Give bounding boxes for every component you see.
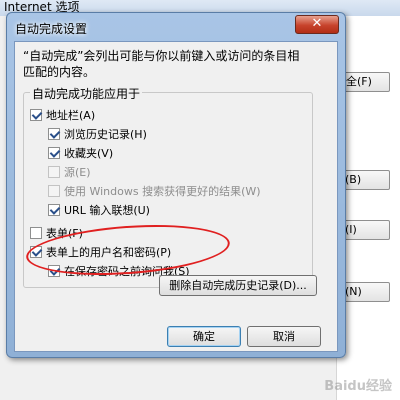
autocomplete-settings-dialog: 自动完成设置 ✕ “自动完成”会列出可能与你以前键入或访问的条目相 匹配的内容。… (6, 12, 346, 358)
windows-search-option: 使用 Windows 搜索获得更好的结果(W) (48, 183, 261, 199)
watermark: Baidu经验 (324, 379, 392, 394)
autocomplete-group: 自动完成功能应用于 地址栏(A) 浏览历史记录(H) 收藏夹(V) 源(E) 使… (23, 85, 313, 288)
browse-history-option[interactable]: 浏览历史记录(H) (48, 126, 147, 142)
parent-button-b[interactable]: (B) (340, 170, 390, 190)
group-label: 自动完成功能应用于 (30, 85, 143, 102)
close-button[interactable]: ✕ (295, 15, 339, 34)
description-text: “自动完成”会列出可能与你以前键入或访问的条目相 匹配的内容。 (23, 48, 323, 80)
dialog-title: 自动完成设置 (15, 22, 88, 36)
parent-button-i[interactable]: (I) (340, 220, 390, 240)
ask-before-save-checkbox[interactable] (48, 265, 60, 277)
forms-checkbox[interactable] (30, 227, 42, 239)
form-passwords-label: 表单上的用户名和密码(P) (46, 246, 172, 259)
browse-history-checkbox[interactable] (48, 128, 60, 140)
form-passwords-option[interactable]: 表单上的用户名和密码(P) (30, 244, 171, 260)
feeds-checkbox (48, 166, 60, 178)
address-bar-checkbox[interactable] (30, 109, 42, 121)
description-line: “自动完成”会列出可能与你以前键入或访问的条目相 (23, 49, 300, 63)
dialog-title-bar[interactable]: 自动完成设置 ✕ (7, 13, 345, 41)
windows-search-checkbox (48, 185, 60, 197)
favorites-checkbox[interactable] (48, 147, 60, 159)
url-suggestions-label: URL 输入联想(U) (64, 204, 150, 217)
url-suggestions-option[interactable]: URL 输入联想(U) (48, 202, 150, 218)
form-passwords-checkbox[interactable] (30, 246, 42, 258)
feeds-option: 源(E) (48, 164, 91, 180)
windows-search-label: 使用 Windows 搜索获得更好的结果(W) (64, 185, 261, 198)
parent-button-n[interactable]: (N) (340, 282, 390, 302)
favorites-label: 收藏夹(V) (64, 147, 114, 160)
description-line: 匹配的内容。 (23, 65, 96, 79)
dialog-client-area: “自动完成”会列出可能与你以前键入或访问的条目相 匹配的内容。 自动完成功能应用… (14, 41, 338, 352)
cancel-button[interactable]: 取消 (247, 326, 321, 347)
forms-label: 表单(F) (46, 227, 83, 240)
address-bar-option[interactable]: 地址栏(A) (30, 107, 95, 123)
ok-button[interactable]: 确定 (167, 326, 241, 347)
delete-autocomplete-history-button[interactable]: 删除自动完成历史记录(D)... (159, 275, 317, 296)
favorites-option[interactable]: 收藏夹(V) (48, 145, 113, 161)
forms-option[interactable]: 表单(F) (30, 225, 83, 241)
url-suggestions-checkbox[interactable] (48, 204, 60, 216)
feeds-label: 源(E) (64, 166, 91, 179)
address-bar-label: 地址栏(A) (46, 109, 96, 122)
close-icon: ✕ (311, 16, 323, 31)
browse-history-label: 浏览历史记录(H) (64, 128, 147, 141)
